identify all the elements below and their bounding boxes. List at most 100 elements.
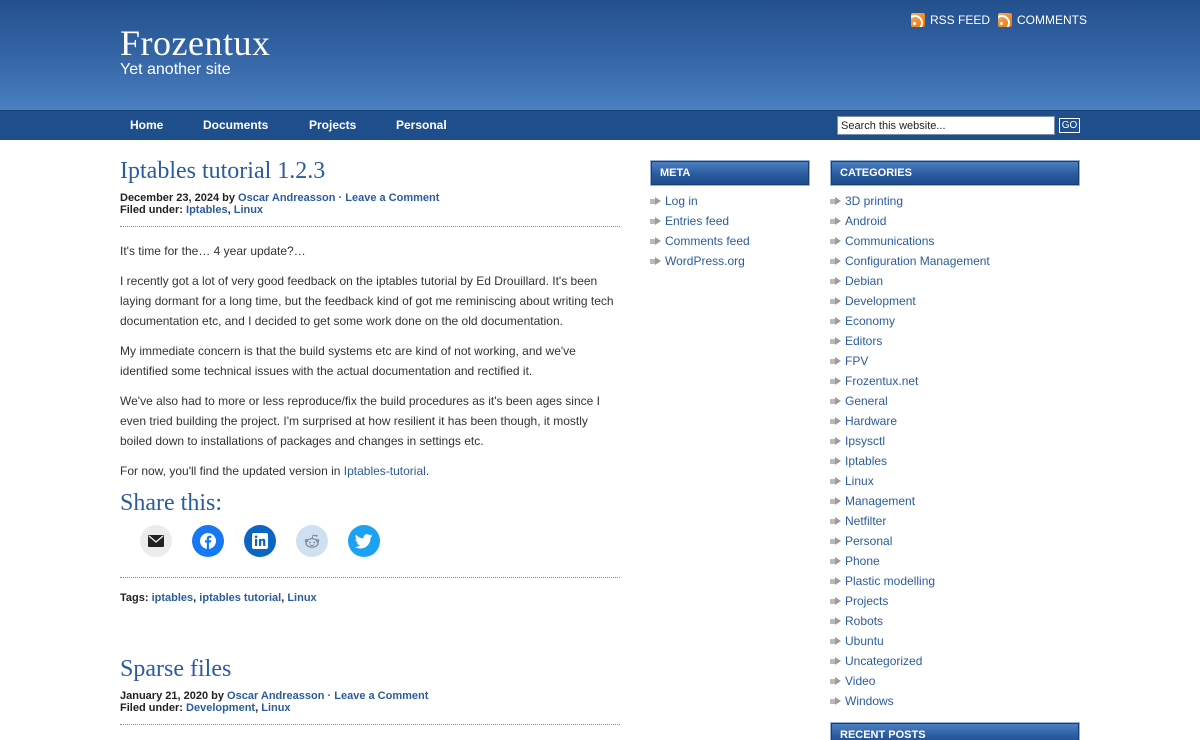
categories-item-label: Editors: [845, 334, 883, 348]
categories-item[interactable]: Android: [830, 214, 886, 228]
rss-feed-link[interactable]: RSS FEED: [911, 13, 990, 27]
categories-item-label: 3D printing: [845, 194, 904, 208]
category-link[interactable]: Iptables: [186, 204, 228, 216]
meta-item[interactable]: WordPress.org: [650, 254, 745, 268]
categories-item[interactable]: Plastic modelling: [830, 574, 935, 588]
arrow-bullet-icon: [830, 376, 841, 386]
categories-item[interactable]: Linux: [830, 474, 874, 488]
meta-item[interactable]: Entries feed: [650, 214, 729, 228]
arrow-bullet-icon: [830, 556, 841, 566]
categories-item[interactable]: Editors: [830, 334, 882, 348]
arrow-bullet-icon: [830, 436, 841, 446]
post-by: by: [211, 690, 224, 702]
categories-item-label: Phone: [845, 554, 880, 568]
categories-item[interactable]: 3D printing: [830, 194, 903, 208]
post-author-link[interactable]: Oscar Andreasson: [227, 690, 324, 702]
arrow-bullet-icon: [830, 636, 841, 646]
meta-widget-title: META: [650, 160, 810, 186]
iptables-tutorial-link[interactable]: Iptables-tutorial: [344, 464, 426, 478]
site-tagline: Yet another site: [120, 61, 231, 78]
categories-item[interactable]: Ubuntu: [830, 634, 884, 648]
categories-item-label: Ubuntu: [845, 634, 884, 648]
arrow-bullet-icon: [650, 196, 661, 206]
post-by: by: [222, 192, 235, 204]
post-paragraph: I recently got a lot of very good feedba…: [120, 274, 614, 328]
categories-item[interactable]: General: [830, 394, 888, 408]
categories-item[interactable]: Hardware: [830, 414, 897, 428]
share-reddit-button[interactable]: [296, 525, 328, 557]
categories-item[interactable]: Iptables: [830, 454, 887, 468]
nav-projects[interactable]: Projects: [309, 111, 356, 141]
categories-item[interactable]: Communications: [830, 234, 934, 248]
search-go-button[interactable]: GO: [1059, 118, 1080, 133]
arrow-bullet-icon: [830, 396, 841, 406]
categories-item[interactable]: Frozentux.net: [830, 374, 918, 388]
categories-item-label: Uncategorized: [845, 654, 923, 668]
arrow-bullet-icon: [830, 696, 841, 706]
arrow-bullet-icon: [830, 196, 841, 206]
tag-link[interactable]: iptables: [152, 592, 194, 604]
post-title[interactable]: Sparse files: [120, 656, 231, 683]
meta-item[interactable]: Log in: [650, 194, 698, 208]
tags-label: Tags:: [120, 592, 149, 604]
post-author-link[interactable]: Oscar Andreasson: [238, 192, 335, 204]
categories-item[interactable]: Robots: [830, 614, 883, 628]
tag-link[interactable]: iptables tutorial: [199, 592, 281, 604]
categories-item[interactable]: FPV: [830, 354, 868, 368]
categories-item-label: Hardware: [845, 414, 898, 428]
leave-comment-link[interactable]: Leave a Comment: [345, 192, 439, 204]
post-paragraph: For now, you'll find the updated version…: [120, 461, 620, 481]
categories-item[interactable]: Projects: [830, 594, 888, 608]
categories-item[interactable]: Development: [830, 294, 916, 308]
nav-documents[interactable]: Documents: [203, 111, 268, 141]
twitter-icon: [355, 533, 373, 548]
share-twitter-button[interactable]: [348, 525, 380, 557]
email-icon: [148, 535, 164, 547]
post-meta: January 21, 2020 by Oscar Andreasson · L…: [120, 690, 429, 714]
site-title[interactable]: Frozentux: [120, 22, 270, 64]
share-facebook-button[interactable]: [192, 525, 224, 557]
search-input[interactable]: [837, 116, 1055, 135]
share-email-button[interactable]: [140, 525, 172, 557]
categories-item[interactable]: Personal: [830, 534, 892, 548]
meta-item[interactable]: Comments feed: [650, 234, 750, 248]
category-link[interactable]: Development: [186, 702, 255, 714]
categories-item[interactable]: Debian: [830, 274, 883, 288]
categories-item-label: Video: [845, 674, 876, 688]
categories-item[interactable]: Phone: [830, 554, 880, 568]
reddit-icon: [304, 534, 320, 548]
categories-item[interactable]: Windows: [830, 694, 894, 708]
categories-item-label: Linux: [845, 474, 874, 488]
categories-widget-title: CATEGORIES: [830, 160, 1080, 186]
categories-item-label: Frozentux.net: [845, 374, 919, 388]
nav-personal[interactable]: Personal: [396, 111, 447, 141]
arrow-bullet-icon: [830, 656, 841, 666]
meta-item-label: WordPress.org: [665, 254, 745, 268]
categories-item[interactable]: Video: [830, 674, 875, 688]
categories-item[interactable]: Configuration Management: [830, 254, 990, 268]
nav-home[interactable]: Home: [130, 111, 163, 141]
tag-link[interactable]: Linux: [287, 592, 316, 604]
linkedin-icon: [252, 533, 268, 549]
categories-item-label: Robots: [845, 614, 884, 628]
categories-item[interactable]: Economy: [830, 314, 895, 328]
categories-item[interactable]: Uncategorized: [830, 654, 922, 668]
arrow-bullet-icon: [830, 596, 841, 606]
categories-item-label: Plastic modelling: [845, 574, 936, 588]
comments-feed-link[interactable]: COMMENTS: [998, 13, 1087, 27]
categories-item[interactable]: Ipsysctl: [830, 434, 885, 448]
arrow-bullet-icon: [830, 236, 841, 246]
categories-item-label: FPV: [845, 354, 869, 368]
categories-item[interactable]: Netfilter: [830, 514, 886, 528]
arrow-bullet-icon: [830, 336, 841, 346]
category-link[interactable]: Linux: [234, 204, 263, 216]
categories-item-label: Ipsysctl: [845, 434, 886, 448]
arrow-bullet-icon: [830, 616, 841, 626]
share-linkedin-button[interactable]: [244, 525, 276, 557]
category-link[interactable]: Linux: [261, 702, 290, 714]
leave-comment-link[interactable]: Leave a Comment: [334, 690, 428, 702]
post-title[interactable]: Iptables tutorial 1.2.3: [120, 158, 325, 185]
categories-item-label: Projects: [845, 594, 889, 608]
divider: [120, 577, 620, 578]
categories-item[interactable]: Management: [830, 494, 915, 508]
